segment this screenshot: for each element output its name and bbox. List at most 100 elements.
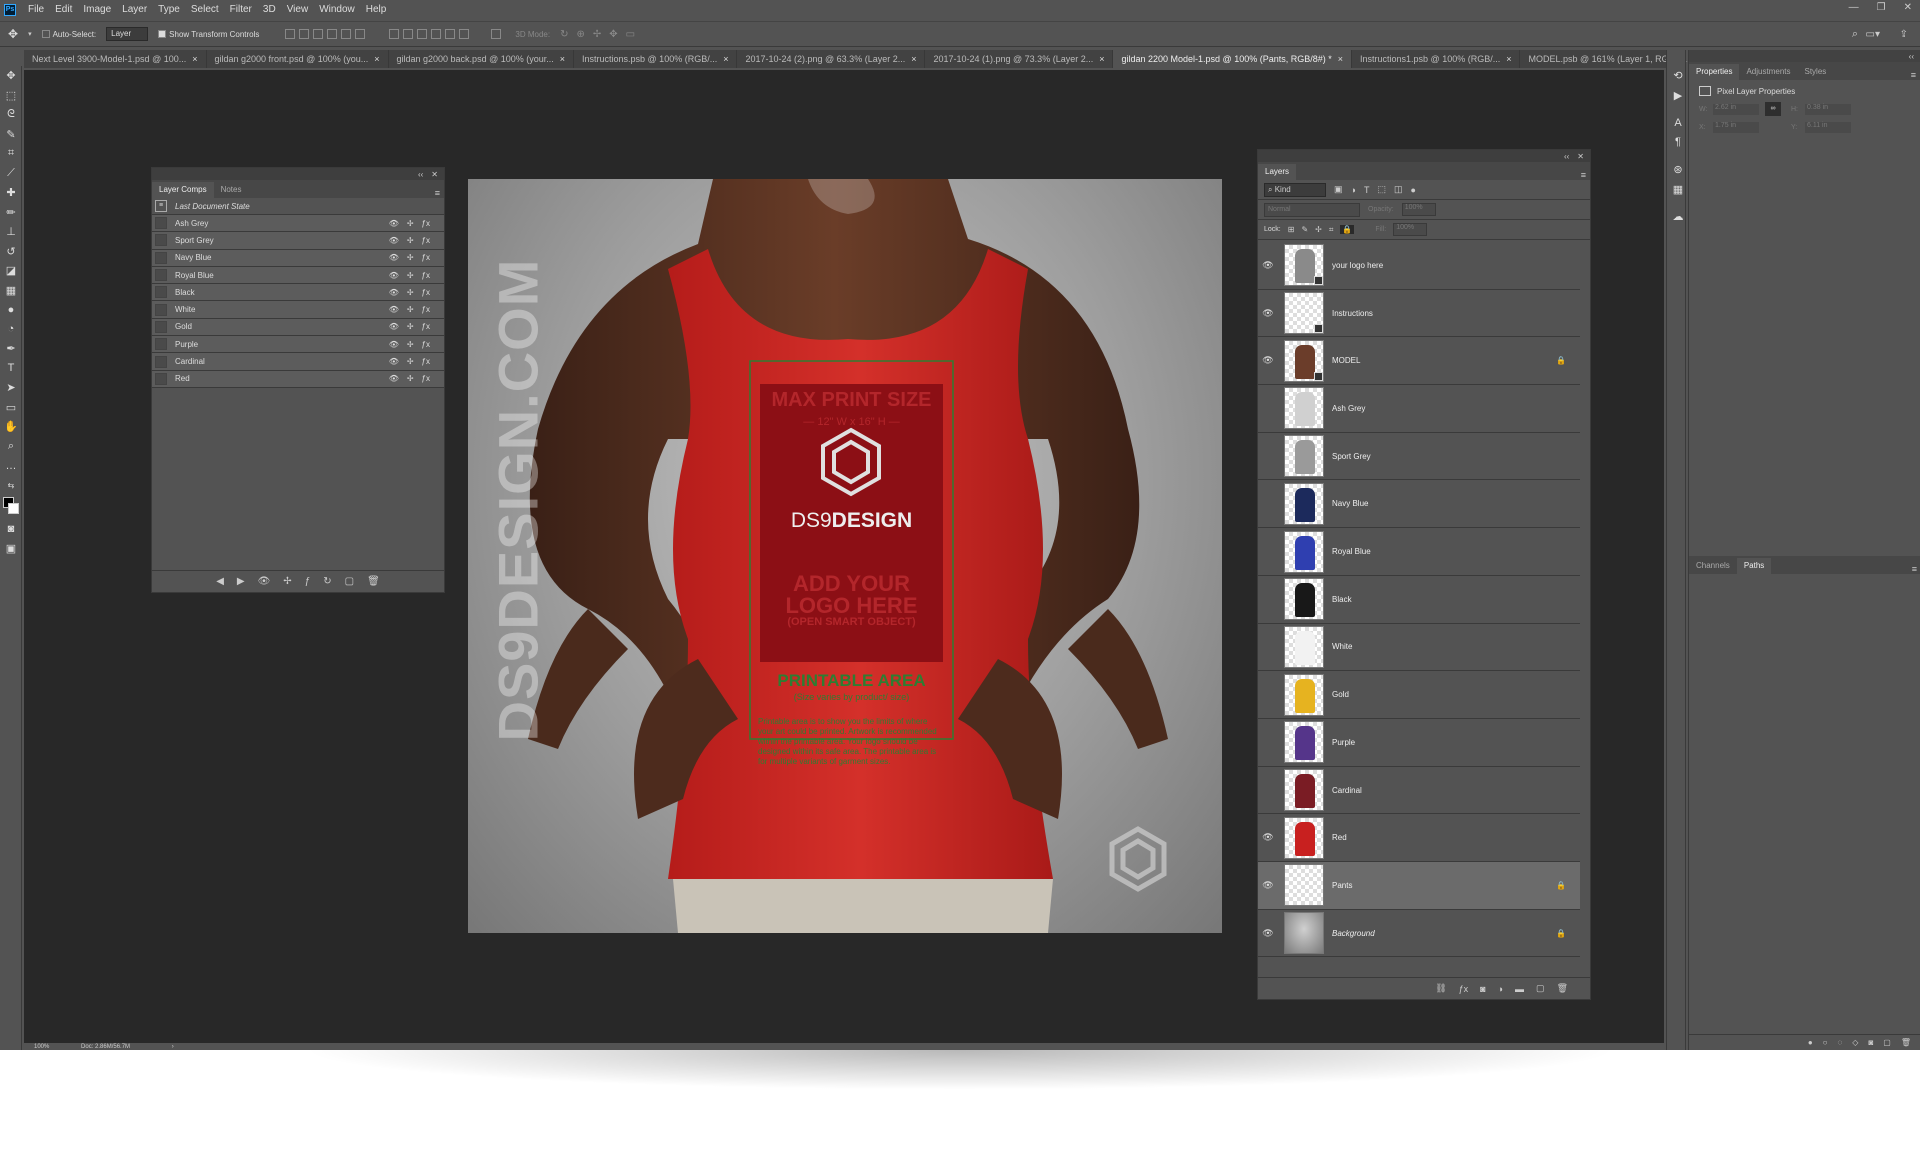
layer-row[interactable]: White	[1258, 623, 1580, 672]
link-icon[interactable]: ∞	[1765, 102, 1781, 116]
close-tab-icon[interactable]: ×	[1099, 50, 1104, 68]
distribute-center-icon[interactable]	[445, 28, 456, 39]
move-tool-icon[interactable]: ✥	[0, 66, 22, 86]
position-icon[interactable]: ✢	[407, 288, 414, 297]
document-tab[interactable]: Next Level 3900-Model-1.psd @ 100... ×	[24, 50, 207, 68]
menu-layer[interactable]: Layer	[122, 4, 147, 15]
delete-comp-icon[interactable]: 🗑	[367, 576, 380, 587]
comp-apply-checkbox[interactable]	[155, 234, 167, 247]
add-mask-icon[interactable]: ◙	[1480, 984, 1485, 994]
close-panel-icon[interactable]: ✕	[431, 170, 438, 179]
layer-comp-row[interactable]: Red 👁 ✢ ƒx	[152, 370, 444, 388]
close-tab-icon[interactable]: ×	[1338, 50, 1343, 68]
new-group-icon[interactable]: ▬	[1515, 984, 1524, 994]
style-icon[interactable]: ƒx	[422, 357, 430, 366]
menu-view[interactable]: View	[287, 4, 309, 15]
visibility-icon[interactable]: 👁	[389, 322, 399, 331]
visibility-eye-icon[interactable]: 👁	[1258, 832, 1278, 843]
close-icon[interactable]: ✕	[1904, 2, 1912, 13]
lock-paint-icon[interactable]: ✎	[1301, 225, 1308, 234]
position-icon[interactable]: ✢	[407, 305, 414, 314]
menu-edit[interactable]: Edit	[55, 4, 72, 15]
layer-comp-row[interactable]: Black 👁 ✢ ƒx	[152, 284, 444, 302]
layer-row[interactable]: Sport Grey	[1258, 432, 1580, 481]
layer-name[interactable]: Background	[1332, 929, 1375, 938]
last-document-state-row[interactable]: ≡ Last Document State	[152, 198, 444, 215]
collapse-icon[interactable]: ‹‹	[1564, 152, 1569, 161]
character-icon[interactable]: A	[1667, 113, 1689, 133]
position-icon[interactable]: ✢	[407, 357, 414, 366]
document-tab[interactable]: gildan g2000 front.psd @ 100% (you... ×	[207, 50, 389, 68]
comp-apply-checkbox[interactable]	[155, 355, 167, 368]
align-top-icon[interactable]	[285, 28, 296, 39]
document-tab[interactable]: gildan g2000 back.psd @ 100% (your... ×	[389, 50, 575, 68]
layer-name[interactable]: Pants	[1332, 881, 1352, 890]
width-field[interactable]: 2.62 in	[1713, 104, 1759, 115]
auto-align-icon[interactable]	[491, 29, 502, 39]
fill-value[interactable]: 100%	[1393, 223, 1428, 236]
position-icon[interactable]: ✢	[407, 271, 414, 280]
document-tab[interactable]: 2017-10-24 (2).png @ 63.3% (Layer 2... ×	[737, 50, 926, 68]
eyedropper-tool-icon[interactable]: ⟋	[0, 164, 22, 184]
layer-row[interactable]: Black	[1258, 575, 1580, 624]
layer-row[interactable]: Gold	[1258, 671, 1580, 719]
swatches-icon[interactable]: ▦	[1667, 180, 1689, 200]
layer-name[interactable]: Gold	[1332, 690, 1349, 699]
close-panel-icon[interactable]: ✕	[1577, 152, 1584, 161]
brush-tool-icon[interactable]: ✏	[0, 203, 22, 223]
layer-row[interactable]: Royal Blue	[1258, 528, 1580, 576]
distribute-bottom-icon[interactable]	[417, 28, 428, 39]
filter-type-icon[interactable]: T	[1364, 185, 1370, 195]
layer-name[interactable]: MODEL	[1332, 356, 1360, 365]
auto-select-target-dropdown[interactable]: Layer	[106, 27, 149, 41]
menu-file[interactable]: File	[28, 4, 44, 15]
panel-menu-icon[interactable]: ≡	[435, 188, 440, 198]
comp-apply-checkbox[interactable]	[155, 338, 167, 351]
layer-style-icon[interactable]: ƒx	[1459, 984, 1469, 994]
align-right-icon[interactable]	[355, 28, 366, 39]
layer-row[interactable]: Purple	[1258, 719, 1580, 767]
history-icon[interactable]: ⟲	[1667, 66, 1689, 86]
menu-window[interactable]: Window	[319, 4, 355, 15]
tab-paths[interactable]: Paths	[1736, 558, 1772, 574]
zoom-tool-icon[interactable]: ⌕	[0, 437, 22, 457]
collapse-icon[interactable]: ‹‹	[1909, 52, 1914, 61]
adjustment-layer-icon[interactable]: ◑	[1498, 984, 1503, 994]
lock-icon[interactable]: 🔒	[1556, 356, 1566, 365]
visibility-eye-icon[interactable]: 👁	[1258, 928, 1278, 939]
comp-apply-checkbox[interactable]	[155, 303, 167, 316]
panel-menu-icon[interactable]: ≡	[1581, 170, 1586, 180]
blend-mode-dropdown[interactable]: Normal	[1264, 202, 1360, 217]
type-tool-icon[interactable]: T	[0, 359, 22, 379]
layer-row[interactable]: 👁 Instructions	[1258, 289, 1580, 338]
apply-visibility-icon[interactable]: 👁	[258, 576, 271, 587]
apply-position-icon[interactable]: ✢	[283, 576, 291, 587]
background-color[interactable]	[8, 503, 19, 514]
filter-smart-icon[interactable]: ◫	[1394, 184, 1403, 195]
filter-shape-icon[interactable]: ⬚	[1377, 184, 1386, 195]
workspace-icon[interactable]: ▭▾	[1866, 29, 1880, 40]
screen-mode-icon[interactable]: ▣	[0, 539, 22, 559]
document-canvas[interactable]: DS9DESIGN.COM MAX PRINT SIZE — 12" W x 1…	[468, 179, 1222, 933]
visibility-icon[interactable]: 👁	[389, 357, 399, 366]
chevron-down-icon[interactable]: ▾	[28, 30, 32, 38]
tab-properties[interactable]: Properties	[1689, 64, 1740, 80]
quick-mask-icon[interactable]: ◙	[0, 519, 22, 539]
style-icon[interactable]: ƒx	[422, 288, 430, 297]
menu-filter[interactable]: Filter	[230, 4, 252, 15]
comp-apply-checkbox[interactable]	[155, 217, 167, 230]
layer-name[interactable]: Cardinal	[1332, 786, 1362, 795]
visibility-eye-icon[interactable]: 👁	[1258, 355, 1278, 366]
layer-row[interactable]: 👁 Red	[1258, 814, 1580, 863]
layer-row[interactable]: Cardinal	[1258, 766, 1580, 815]
layer-comp-row[interactable]: Royal Blue 👁 ✢ ƒx	[152, 266, 444, 285]
visibility-icon[interactable]: 👁	[389, 253, 399, 262]
menu-help[interactable]: Help	[366, 4, 387, 15]
comp-apply-checkbox[interactable]	[155, 372, 167, 385]
layer-comp-row[interactable]: Gold 👁 ✢ ƒx	[152, 318, 444, 337]
libraries-icon[interactable]: ☁	[1667, 207, 1689, 227]
close-tab-icon[interactable]: ×	[560, 50, 565, 68]
document-tab[interactable]: 2017-10-24 (1).png @ 73.3% (Layer 2... ×	[925, 50, 1114, 68]
layer-row[interactable]: 👁 your logo here	[1258, 242, 1580, 290]
position-icon[interactable]: ✢	[407, 322, 414, 331]
